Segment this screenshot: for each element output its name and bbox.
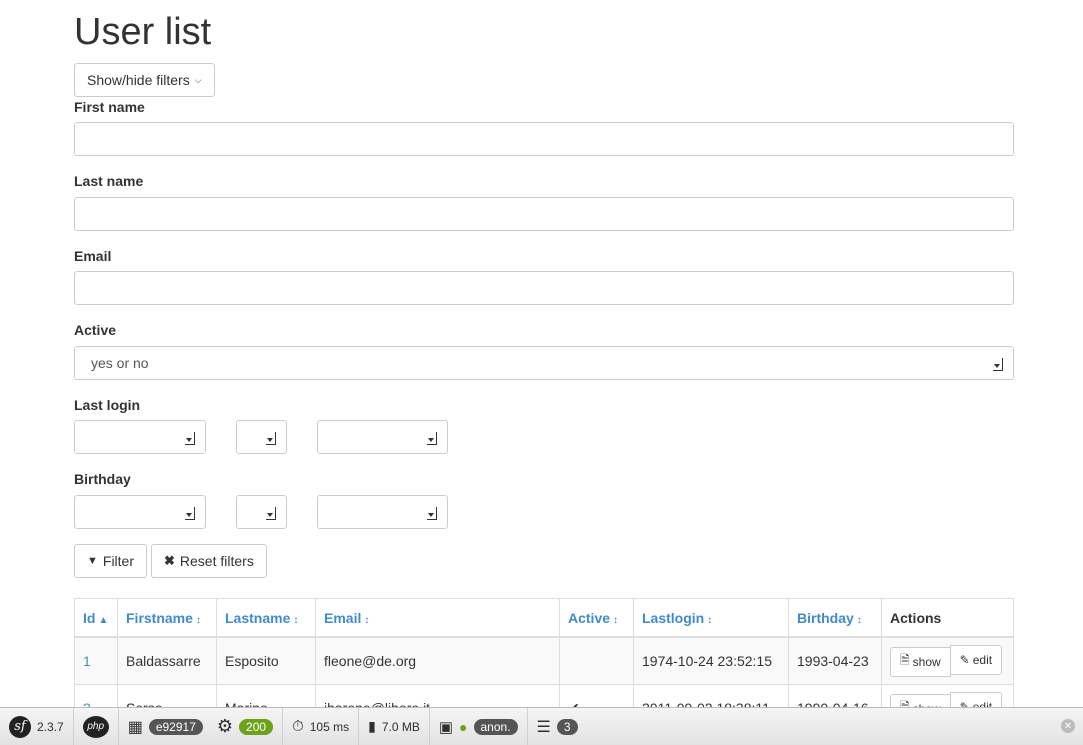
toolbar-request[interactable]: ▦ e92917 ⚙ 200 <box>119 708 284 745</box>
select-arrow-icon <box>185 507 195 520</box>
column-header-lastname[interactable]: Lastname ↕ <box>216 598 316 638</box>
email-input[interactable] <box>74 271 1014 305</box>
last-name-label: Last name <box>74 173 144 189</box>
file-icon: 🗎 <box>900 653 910 668</box>
sort-icon: ↕ <box>195 614 201 626</box>
gears-icon: ⚙ <box>216 716 234 736</box>
sort-icon: ↕ <box>364 614 370 626</box>
table-header-row: Id ▲︎ Firstname ↕ Lastname ↕ Email ↕ Active ↕… <box>74 598 1014 638</box>
memory-value: 7.0 MB <box>381 719 420 734</box>
filter-button-label: Filter <box>102 553 135 569</box>
column-header-active[interactable]: Active ↕ <box>559 598 634 638</box>
queries-badge: 3 <box>556 718 578 735</box>
cell-firstname: Baldassarre <box>117 636 217 685</box>
edit-icon: ✎ <box>959 653 970 668</box>
cell-birthday: 1993-04-23 <box>788 636 882 685</box>
column-header-firstname[interactable]: Firstname ↕ <box>117 598 217 638</box>
symfony-version: 2.3.7 <box>37 719 64 734</box>
first-name-label: First name <box>74 99 145 115</box>
email-label: Email <box>74 248 112 264</box>
toggle-filters-button[interactable]: Show/hide filters ⌵ <box>74 63 215 97</box>
select-arrow-icon <box>185 432 195 445</box>
sort-icon: ↕ <box>856 614 862 626</box>
select-arrow-icon <box>993 358 1003 371</box>
cell-active <box>559 636 634 685</box>
user-id-link[interactable]: 1 <box>83 653 91 669</box>
select-arrow-icon <box>266 432 276 445</box>
birthday-label: Birthday <box>74 471 131 487</box>
page-title: User list <box>74 11 212 53</box>
column-header-id[interactable]: Id ▲︎ <box>74 598 118 638</box>
birthday-day-select[interactable] <box>317 495 448 529</box>
column-header-lastlogin[interactable]: Lastlogin ↕ <box>633 598 789 638</box>
first-name-input[interactable] <box>74 122 1014 156</box>
close-toolbar-icon[interactable]: ✕ <box>1061 719 1075 733</box>
filter-icon: ▼ <box>87 555 98 567</box>
database-icon: ☰ <box>536 718 551 736</box>
cell-email: fleone@de.org <box>315 636 560 685</box>
filter-button[interactable]: ▼ Filter <box>74 544 148 578</box>
toolbar-php[interactable]: php <box>74 708 119 745</box>
toggle-filters-label: Show/hide filters <box>87 72 190 88</box>
memory-icon: ▮ <box>368 718 376 734</box>
birthday-month-select[interactable] <box>236 495 287 529</box>
cell-lastlogin: 1974-10-24 23:52:15 <box>633 636 789 685</box>
token-badge: e92917 <box>148 718 203 735</box>
active-select[interactable]: yes or no <box>74 346 1014 380</box>
toolbar-security[interactable]: ▣ ● anon. <box>430 708 528 745</box>
close-icon: ✖ <box>164 553 175 568</box>
security-status-icon: ● <box>459 718 468 735</box>
timer-icon: ⏱ <box>292 718 304 735</box>
request-icon: ▦ <box>127 718 143 736</box>
edit-button[interactable]: ✎edit <box>949 645 1003 676</box>
select-arrow-icon <box>427 432 437 445</box>
table-row: 1 Baldassarre Esposito fleone@de.org 197… <box>74 636 1014 685</box>
cell-lastname: Esposito <box>216 636 316 685</box>
sort-icon: ↕ <box>293 614 299 626</box>
user-badge: anon. <box>473 718 518 735</box>
column-header-birthday[interactable]: Birthday ↕ <box>788 598 882 638</box>
select-arrow-icon <box>266 507 276 520</box>
reset-filters-label: Reset filters <box>179 553 254 569</box>
toolbar-db[interactable]: ☰ 3 <box>528 708 587 745</box>
toolbar-time[interactable]: ⏱ 105 ms <box>283 708 360 745</box>
show-button[interactable]: 🗎show <box>890 646 951 677</box>
birthday-year-select[interactable] <box>74 495 206 529</box>
sort-icon: ↕ <box>613 614 619 626</box>
column-header-actions: Actions <box>881 598 1014 638</box>
sort-icon: ▲︎ <box>98 614 109 626</box>
symfony-logo-icon: sf <box>9 715 31 738</box>
user-card-icon: ▣ <box>438 718 454 736</box>
last-name-input[interactable] <box>74 197 1014 231</box>
active-label: Active <box>74 322 117 338</box>
toolbar-symfony[interactable]: sf 2.3.7 <box>0 708 74 745</box>
sort-icon: ↕ <box>707 614 713 626</box>
column-header-email[interactable]: Email ↕ <box>315 598 560 638</box>
toolbar-memory[interactable]: ▮ 7.0 MB <box>359 708 430 745</box>
reset-filters-button[interactable]: ✖ Reset filters <box>151 544 267 578</box>
last-login-label: Last login <box>74 397 141 413</box>
last-login-year-select[interactable] <box>74 420 206 454</box>
php-logo-icon: php <box>82 715 109 738</box>
last-login-day-select[interactable] <box>317 420 448 454</box>
chevron-down-icon: ⌵ <box>194 74 202 85</box>
cell-actions: 🗎show✎edit <box>881 636 1014 685</box>
select-arrow-icon <box>427 507 437 520</box>
last-login-month-select[interactable] <box>236 420 287 454</box>
debug-toolbar: sf 2.3.7 php ▦ e92917 ⚙ 200 ⏱ 105 ms ▮ 7… <box>0 707 1083 745</box>
time-value: 105 ms <box>309 719 350 734</box>
status-badge: 200 <box>239 718 274 735</box>
active-select-value: yes or no <box>91 355 149 371</box>
